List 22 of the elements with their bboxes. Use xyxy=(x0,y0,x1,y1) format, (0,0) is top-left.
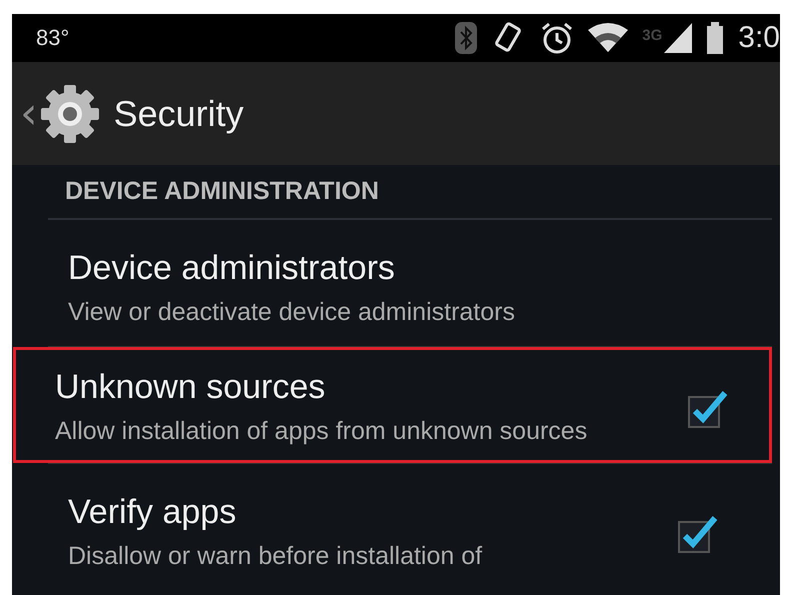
setting-summary: View or deactivate device administrators xyxy=(68,297,516,328)
setting-title[interactable]: Verify apps xyxy=(68,493,677,532)
temperature-text: 83° xyxy=(36,25,70,51)
screen-title: Security xyxy=(114,92,244,134)
setting-title[interactable]: Device administrators xyxy=(68,249,719,288)
clock-text: 3:0 xyxy=(738,21,780,55)
section-header: DEVICE ADMINISTRATION xyxy=(64,176,380,207)
setting-summary: Disallow or warn before installation of xyxy=(68,541,484,572)
alarm-clock-icon xyxy=(540,21,574,55)
checkbox[interactable] xyxy=(687,389,729,429)
setting-row[interactable]: Verify apps Disallow or warn before installation of xyxy=(12,464,772,590)
setting-title[interactable]: Unknown sources xyxy=(55,368,687,407)
bluetooth-icon xyxy=(454,21,478,55)
mobile-signal-icon xyxy=(664,23,692,53)
setting-row[interactable]: Unknown sources Allow installation of apps from unknown sources xyxy=(13,347,772,463)
setting-row[interactable]: Device administrators View or deactivate device administrators xyxy=(12,220,772,346)
network-type-text: 3G xyxy=(642,27,662,44)
battery-icon xyxy=(706,21,724,55)
checkbox[interactable] xyxy=(677,514,719,554)
back-button[interactable]: ‹ xyxy=(12,82,102,146)
setting-summary: Allow installation of apps from unknown sources xyxy=(55,416,588,447)
wifi-icon xyxy=(588,22,628,54)
